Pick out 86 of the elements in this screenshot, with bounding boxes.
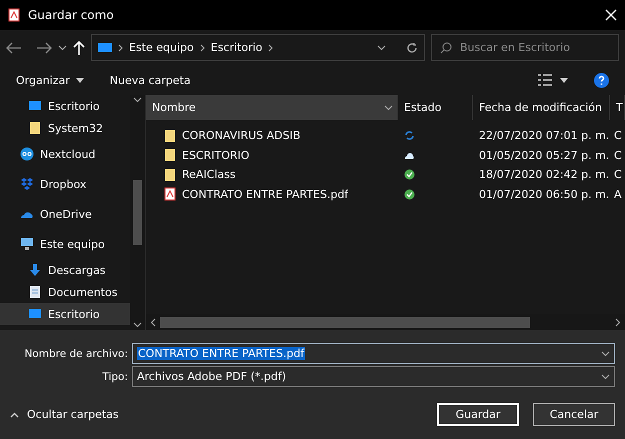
sidebar-item[interactable]: Este equipo <box>0 229 130 259</box>
new-folder-button[interactable]: Nueva carpeta <box>110 74 512 86</box>
column-header[interactable]: Estado <box>398 95 473 120</box>
modified-date: 18/07/2020 02:42 p. m. <box>478 168 610 182</box>
chevron-down-icon <box>601 350 610 356</box>
refresh-icon[interactable] <box>406 42 418 54</box>
file-name: CONTRATO ENTRE PARTES.pdf <box>182 188 348 201</box>
pdf-file-icon <box>164 187 176 202</box>
address-bar[interactable]: Este equipo Escritorio <box>91 34 425 61</box>
field-label: Tipo: <box>101 370 128 382</box>
cloud-rings-icon <box>20 147 34 161</box>
scroll-up-icon <box>133 97 142 103</box>
sidebar-item[interactable]: System32 <box>0 117 130 139</box>
breadcrumb-item[interactable]: Escritorio <box>210 41 262 54</box>
forward-button[interactable] <box>36 42 52 54</box>
sidebar-item[interactable]: Descargas <box>0 259 130 281</box>
dropdown-arrow-icon <box>76 78 84 82</box>
hide-folders-toggle[interactable]: Ocultar carpetas <box>10 408 423 421</box>
file-row[interactable]: ESCRITORIO 01/05/2020 05:27 p. m. C <box>146 146 625 165</box>
sidebar-item[interactable]: Escritorio <box>0 95 130 117</box>
sidebar-item[interactable]: Nextcloud <box>0 139 130 169</box>
column-header[interactable]: Fecha de modificación <box>473 95 610 120</box>
close-button[interactable] <box>605 9 617 21</box>
monitor-icon <box>98 42 112 54</box>
view-menu-button[interactable] <box>538 74 568 86</box>
scroll-down-icon <box>133 322 142 328</box>
up-button[interactable] <box>73 40 85 54</box>
breadcrumb-item[interactable]: Este equipo <box>129 41 194 54</box>
dropbox-icon <box>20 177 34 191</box>
chevron-down-icon <box>384 104 393 110</box>
column-header[interactable]: Nombre <box>146 95 398 120</box>
folder-icon <box>164 128 176 143</box>
search-field[interactable]: Buscar en Escritorio <box>431 34 619 61</box>
monitor-icon <box>28 307 42 321</box>
pdf-app-icon <box>8 8 20 22</box>
help-button[interactable] <box>594 72 609 88</box>
back-button[interactable] <box>6 42 22 54</box>
chevron-up-icon <box>10 412 19 418</box>
table-cell-text: A <box>613 188 623 201</box>
cancel-button[interactable]: Cancelar <box>533 403 615 426</box>
scrollbar-thumb[interactable] <box>133 180 142 245</box>
sidebar-item[interactable]: Escritorio <box>0 303 130 325</box>
dropdown-arrow-icon <box>560 78 568 82</box>
chevron-down-icon <box>58 44 67 50</box>
folder-icon <box>28 121 42 135</box>
breadcrumb-separator-icon <box>118 44 123 52</box>
column-header[interactable]: T <box>610 95 625 120</box>
file-row[interactable]: CONTRATO ENTRE PARTES.pdf 01/07/2020 06:50 p. m. A <box>146 184 625 204</box>
sidebar-item[interactable]: OneDrive <box>0 199 130 229</box>
chevron-down-icon <box>377 44 386 50</box>
monitor-icon <box>28 99 42 113</box>
folder-icon <box>164 168 176 182</box>
field-label: Nombre de archivo: <box>23 348 128 360</box>
organize-menu[interactable]: Organizar <box>16 74 84 86</box>
scroll-left-icon[interactable] <box>150 318 156 326</box>
check-circle-icon <box>404 169 415 180</box>
table-cell-text: C <box>613 129 623 142</box>
modified-date: 01/07/2020 06:50 p. m. <box>478 188 610 201</box>
save-button[interactable]: Guardar <box>437 403 519 426</box>
check-circle-icon <box>404 188 415 200</box>
modified-date: 01/05/2020 05:27 p. m. <box>478 148 610 162</box>
modified-date: 22/07/2020 07:01 p. m. <box>478 129 610 142</box>
search-icon <box>440 42 452 54</box>
file-row[interactable]: CORONAVIRUS ADSIB 22/07/2020 07:01 p. m. C <box>146 126 625 146</box>
table-cell-text: C <box>613 168 623 182</box>
document-icon <box>28 285 42 299</box>
scroll-right-icon[interactable] <box>615 318 621 326</box>
file-type-dropdown[interactable]: Archivos Adobe PDF (*.pdf) <box>132 366 615 387</box>
folder-icon <box>164 148 176 162</box>
file-name: CORONAVIRUS ADSIB <box>182 129 300 142</box>
file-name: ESCRITORIO <box>182 148 250 162</box>
file-name: ReAIClass <box>182 168 236 182</box>
sidebar-item[interactable]: Documentos <box>0 281 130 303</box>
sidebar-item[interactable]: Dropbox <box>0 169 130 199</box>
window-title: Guardar como <box>28 8 115 22</box>
download-icon <box>28 263 42 277</box>
sync-icon <box>404 130 415 142</box>
recent-locations-button[interactable] <box>58 44 67 50</box>
scrollbar-thumb[interactable] <box>160 316 530 328</box>
file-row[interactable]: ReAIClass 18/07/2020 02:42 p. m. C <box>146 165 625 184</box>
breadcrumb-separator-icon <box>200 44 205 52</box>
filename-field[interactable]: CONTRATO ENTRE PARTES.pdf <box>132 343 615 364</box>
breadcrumb-separator-icon <box>268 44 274 52</box>
computer-icon <box>20 237 34 251</box>
chevron-down-icon <box>601 374 610 380</box>
table-cell-text: C <box>613 148 623 162</box>
